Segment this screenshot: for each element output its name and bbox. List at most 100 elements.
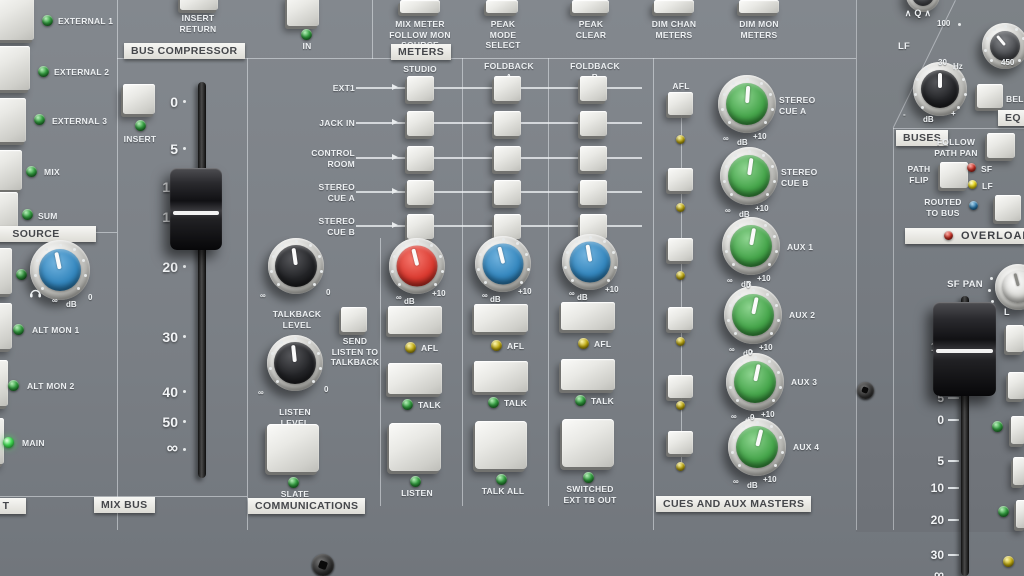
- edge-button[interactable]: [1011, 416, 1024, 444]
- ext-tb-talk-button[interactable]: [561, 359, 615, 390]
- peak-clear-button[interactable]: [572, 0, 609, 13]
- talk-all-afl-button[interactable]: [474, 304, 528, 332]
- mix-bus-fader-track[interactable]: [198, 82, 206, 478]
- matrix-button[interactable]: [407, 76, 434, 101]
- aux-1-label: AUX 1: [787, 242, 837, 253]
- matrix-button[interactable]: [407, 180, 434, 205]
- dim-chan-meters-button[interactable]: [654, 0, 694, 13]
- aux-4-knob[interactable]: [728, 418, 786, 476]
- scale-dot: [183, 147, 186, 150]
- cues-afl-button[interactable]: [668, 92, 693, 115]
- listen-big-button[interactable]: [389, 423, 441, 471]
- scale-tick: [948, 554, 959, 556]
- divider: [893, 128, 894, 530]
- knob-min-mark: ∞: [725, 206, 731, 215]
- compressor-in-button[interactable]: [287, 0, 319, 26]
- matrix-button[interactable]: [494, 214, 521, 239]
- cues-afl-button[interactable]: [668, 238, 693, 261]
- cues-afl-button[interactable]: [668, 168, 693, 191]
- monitor-min-mark: ∞: [52, 296, 58, 305]
- matrix-button[interactable]: [407, 214, 434, 239]
- external-1-button[interactable]: [0, 0, 34, 40]
- stereo-cue-b-knob[interactable]: [720, 147, 778, 205]
- sum-source-label: SUM: [38, 211, 88, 222]
- edge-led: [992, 421, 1003, 432]
- listen-level-knob[interactable]: [267, 335, 323, 391]
- listen-afl-button[interactable]: [388, 306, 442, 334]
- external-3-button[interactable]: [0, 98, 26, 142]
- matrix-button[interactable]: [580, 146, 607, 171]
- ext-tb-talk-label: TALK: [591, 396, 625, 407]
- alt-mon-2-button[interactable]: [0, 360, 8, 406]
- divider: [462, 58, 463, 506]
- edge-button[interactable]: [1008, 372, 1024, 399]
- freq-100-mark: 100: [937, 19, 950, 28]
- phones-button[interactable]: [0, 248, 12, 294]
- matrix-button[interactable]: [407, 111, 434, 136]
- cues-afl-led: [676, 203, 685, 212]
- matrix-button[interactable]: [494, 146, 521, 171]
- knob-min-mark: ∞: [569, 289, 575, 298]
- alt-mon-1-button[interactable]: [0, 303, 12, 349]
- knob-zero-mark: 0: [748, 348, 752, 357]
- listen-channel-knob[interactable]: [389, 238, 445, 294]
- sf-pan-knob[interactable]: [995, 264, 1024, 310]
- slate-button[interactable]: [267, 424, 319, 472]
- talk-all-big-button[interactable]: [475, 421, 527, 469]
- stereo-cue-a-knob[interactable]: [718, 75, 776, 133]
- ext-tb-afl-label: AFL: [594, 339, 624, 350]
- pan-l-mark: L: [1004, 307, 1010, 317]
- matrix-button[interactable]: [580, 76, 607, 101]
- mix-source-button[interactable]: [0, 150, 22, 190]
- phones-led: [16, 269, 27, 280]
- matrix-button[interactable]: [494, 76, 521, 101]
- matrix-button[interactable]: [494, 180, 521, 205]
- talk-all-channel-knob[interactable]: [475, 236, 531, 292]
- ext-tb-big-button[interactable]: [562, 419, 614, 467]
- path-flip-label: PATH FLIP: [899, 164, 939, 185]
- send-listen-to-talkback-button[interactable]: [341, 307, 367, 332]
- mix-bus-fader-cap[interactable]: [170, 168, 222, 250]
- lf-min-mark: -: [903, 110, 906, 119]
- cues-afl-button[interactable]: [668, 307, 693, 330]
- ext-tb-channel-knob[interactable]: [562, 234, 618, 290]
- monitor-unit-mark: dB: [66, 300, 77, 309]
- cues-plate: CUES AND AUX MASTERS: [656, 496, 811, 512]
- listen-talk-button[interactable]: [388, 363, 442, 394]
- edge-button[interactable]: [1013, 457, 1024, 485]
- edge-button[interactable]: [1016, 500, 1024, 528]
- freq-dot: [958, 23, 961, 26]
- aux-1-knob[interactable]: [722, 217, 780, 275]
- path-flip-button[interactable]: [940, 162, 968, 188]
- mix-bus-insert-led: [135, 120, 146, 131]
- aux-2-knob[interactable]: [724, 286, 782, 344]
- panel-screw: [857, 382, 874, 399]
- matrix-button[interactable]: [494, 111, 521, 136]
- bell-label: BELL: [1006, 94, 1024, 105]
- knob-min-mark: ∞: [733, 477, 739, 486]
- ext-tb-afl-button[interactable]: [561, 302, 615, 330]
- sf-fader-cap[interactable]: [933, 302, 996, 396]
- sf-fader-scale-20: 20: [912, 513, 944, 527]
- overload-label: OVERLOAD: [961, 230, 1024, 242]
- external-2-button[interactable]: [0, 46, 30, 90]
- cues-afl-button[interactable]: [668, 431, 693, 454]
- talk-all-talk-button[interactable]: [474, 361, 528, 392]
- matrix-button[interactable]: [580, 111, 607, 136]
- compressor-in-led: [301, 29, 312, 40]
- follow-path-pan-button[interactable]: [987, 133, 1015, 158]
- dim-mon-meters-button[interactable]: [739, 0, 779, 13]
- aux-3-knob[interactable]: [726, 353, 784, 411]
- divider: [380, 238, 381, 506]
- talkback-level-knob[interactable]: [268, 238, 324, 294]
- insert-return-button[interactable]: [180, 0, 218, 10]
- mix-meter-follow-button[interactable]: [400, 0, 440, 13]
- peak-mode-button[interactable]: [486, 0, 518, 13]
- routed-to-bus-button[interactable]: [995, 195, 1021, 221]
- matrix-button[interactable]: [407, 146, 434, 171]
- matrix-button[interactable]: [580, 180, 607, 205]
- bell-button[interactable]: [977, 84, 1003, 108]
- cues-afl-button[interactable]: [668, 375, 693, 398]
- edge-button[interactable]: [1006, 325, 1024, 352]
- matrix-arrow: [392, 154, 398, 160]
